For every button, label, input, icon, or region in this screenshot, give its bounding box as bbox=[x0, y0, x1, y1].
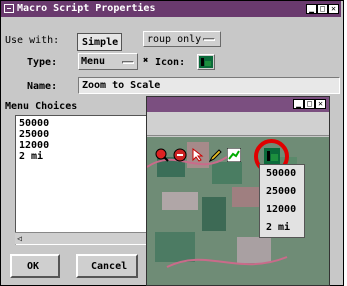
scroll-left-arrow-icon[interactable]: ◁ bbox=[17, 234, 22, 243]
cancel-button[interactable]: Cancel bbox=[76, 254, 138, 278]
view-toolbar bbox=[147, 112, 329, 136]
maximize-icon[interactable]: □ bbox=[317, 4, 328, 14]
type-value: Menu bbox=[81, 56, 106, 67]
list-item[interactable]: 25000 bbox=[19, 129, 49, 140]
use-with-label: Use with: bbox=[5, 35, 60, 46]
maximize-icon[interactable]: □ bbox=[304, 99, 315, 109]
ok-button[interactable]: OK bbox=[10, 254, 60, 278]
list-item[interactable]: 2 mi bbox=[19, 151, 43, 162]
title-bar: Macro Script Properties ▁ □ ✕ bbox=[1, 1, 341, 17]
type-dropdown[interactable]: Menu bbox=[78, 53, 138, 70]
system-menu-icon[interactable] bbox=[4, 4, 14, 13]
chart-icon[interactable] bbox=[226, 147, 242, 163]
zoom-out-icon[interactable] bbox=[173, 148, 187, 162]
popup-menu-item[interactable]: 2 mi bbox=[266, 222, 290, 233]
icon-picker-button[interactable] bbox=[197, 54, 215, 70]
window-title: Macro Script Properties bbox=[17, 3, 156, 14]
view-window-title-bar: ▁ □ ✕ bbox=[147, 97, 329, 112]
horizontal-scrollbar[interactable]: ◁ bbox=[15, 232, 155, 244]
scale-popup-menu: 50000 25000 12000 2 mi bbox=[259, 164, 305, 238]
icon-label: Icon: bbox=[155, 57, 186, 68]
pencil-icon[interactable] bbox=[208, 148, 223, 163]
close-icon[interactable]: ✕ bbox=[328, 4, 339, 14]
popup-menu-item[interactable]: 50000 bbox=[266, 168, 296, 179]
icon-checkbox[interactable]: ✖ bbox=[143, 56, 153, 66]
menu-choices-heading: Menu Choices bbox=[5, 101, 78, 112]
list-item[interactable]: 12000 bbox=[19, 140, 49, 151]
cancel-button-label: Cancel bbox=[91, 261, 128, 272]
list-item[interactable]: 50000 bbox=[19, 118, 49, 129]
close-icon[interactable]: ✕ bbox=[315, 99, 326, 109]
type-label: Type: bbox=[27, 57, 58, 68]
minimize-icon[interactable]: ▁ bbox=[293, 99, 304, 109]
zoom-icon[interactable] bbox=[155, 148, 169, 162]
pointer-icon[interactable] bbox=[191, 147, 205, 162]
popup-menu-item[interactable]: 12000 bbox=[266, 204, 296, 215]
dropdown-arrow-icon bbox=[203, 38, 215, 41]
ok-button-label: OK bbox=[27, 261, 40, 272]
popup-menu-item[interactable]: 25000 bbox=[266, 186, 296, 197]
use-with-dropdown[interactable]: roup only bbox=[143, 31, 221, 47]
map-icon bbox=[199, 56, 213, 68]
use-with-popup-text: Simple bbox=[82, 37, 119, 48]
name-label: Name: bbox=[27, 81, 58, 92]
use-with-value: roup only bbox=[147, 34, 202, 45]
name-field[interactable]: Zoom to Scale bbox=[78, 77, 340, 94]
minimize-icon[interactable]: ▁ bbox=[306, 4, 317, 14]
menu-choices-list[interactable]: 50000 25000 12000 2 mi bbox=[15, 115, 155, 245]
use-with-popup-option[interactable]: Simple bbox=[77, 33, 122, 51]
dropdown-arrow-icon bbox=[122, 61, 134, 64]
name-value: Zoom to Scale bbox=[82, 80, 161, 91]
